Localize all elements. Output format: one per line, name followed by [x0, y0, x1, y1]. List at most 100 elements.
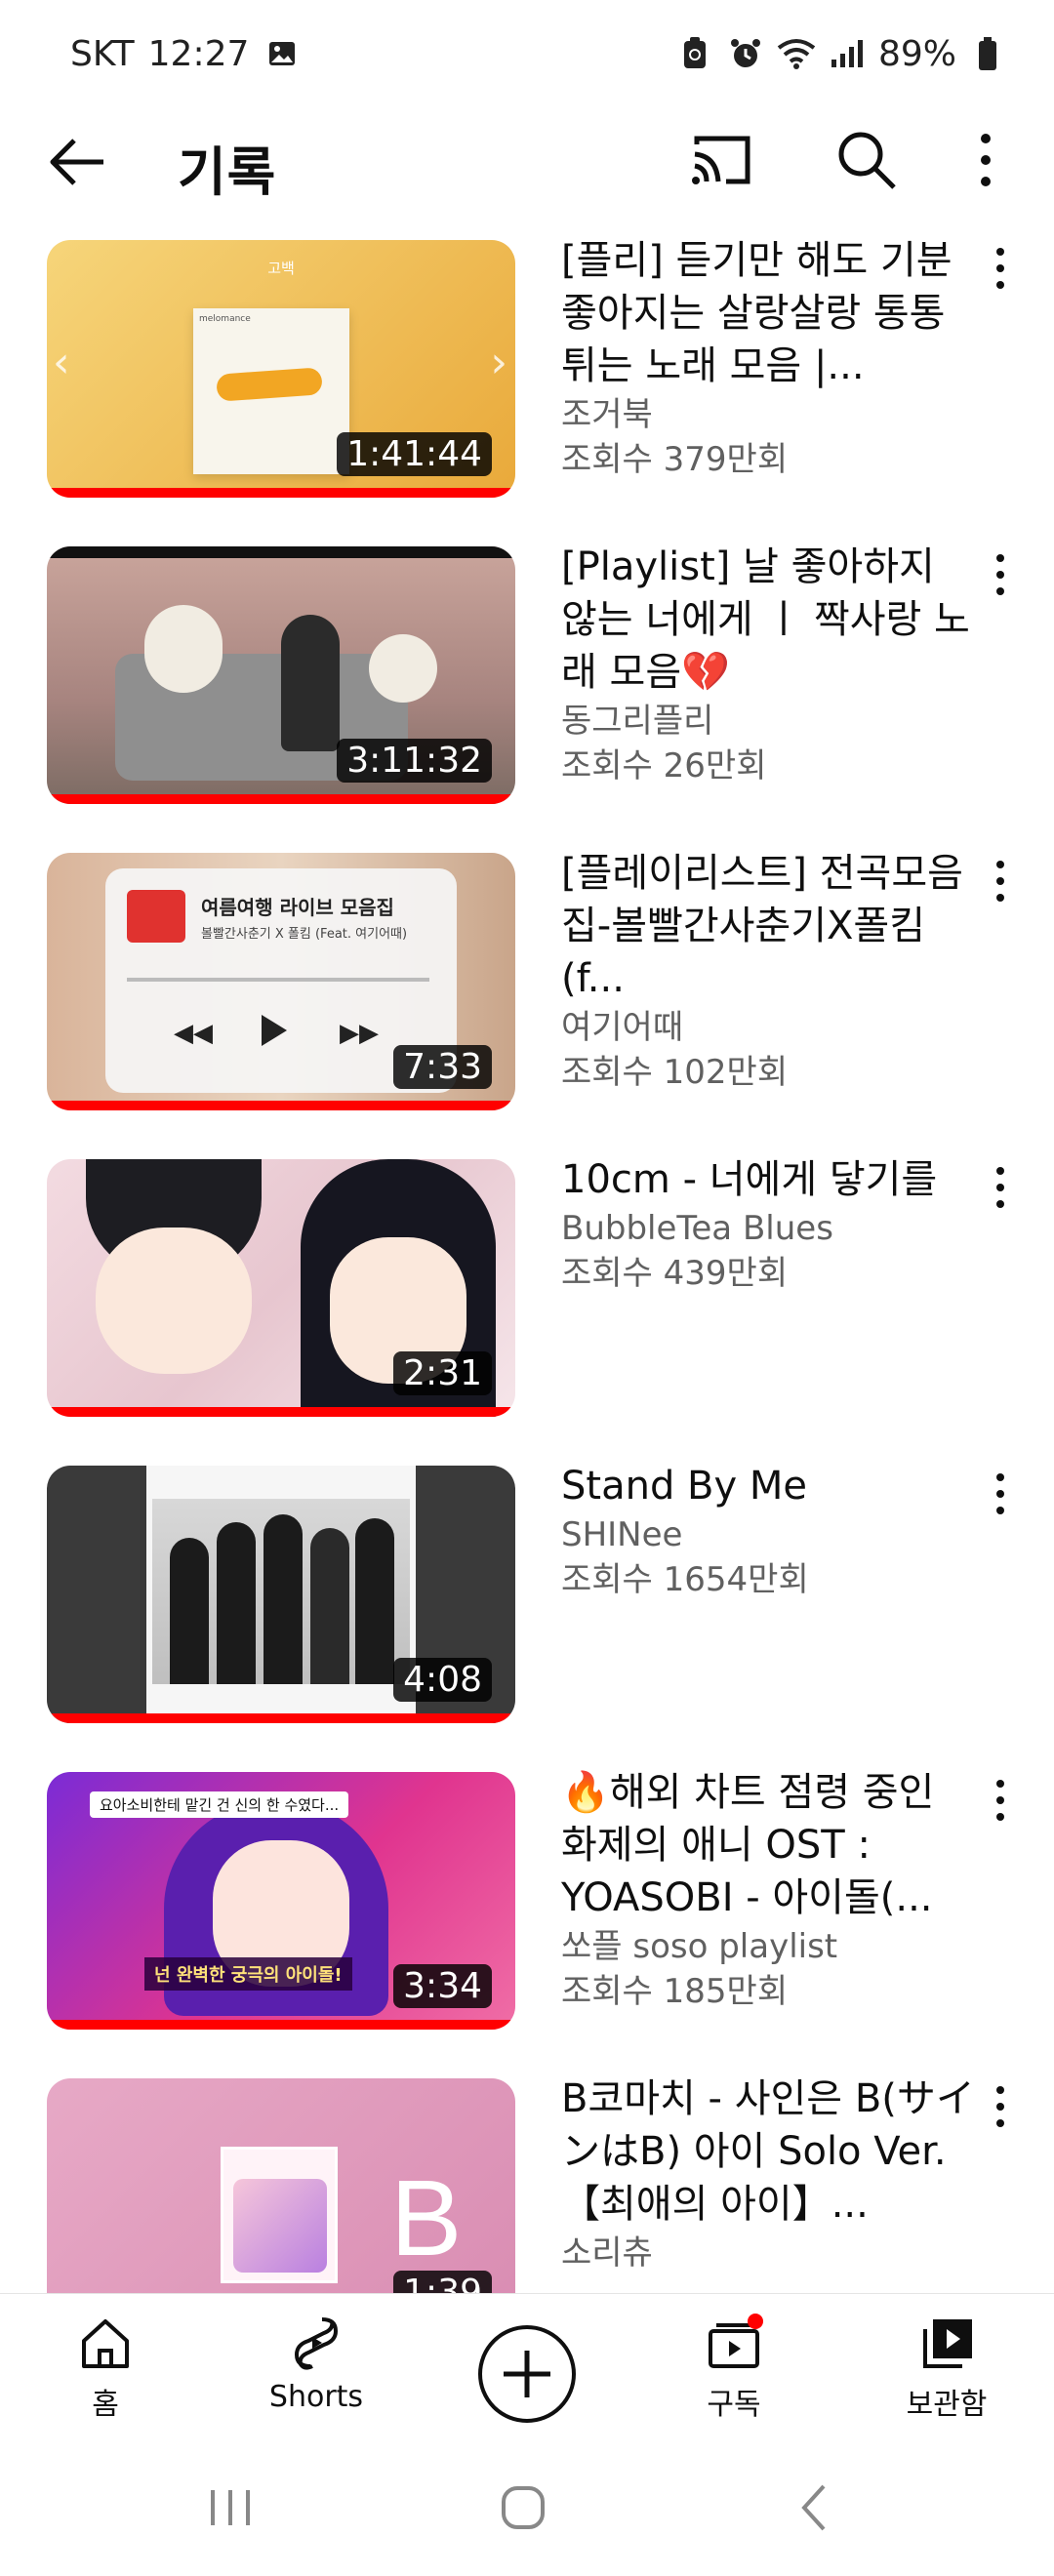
video-title[interactable]: 🔥해외 차트 점령 중인 화제의 애니 OST : YOASOBI - 아이돌(… [561, 1766, 981, 1924]
recycle-icon [675, 34, 714, 73]
shorts-icon [294, 2317, 339, 2370]
more-vert-icon [996, 1780, 1004, 1821]
more-options-button[interactable] [966, 129, 1005, 191]
video-info: [Playlist] 날 좋아하지 않는 너에게 ㅣ 짝사랑 노래 모음💔 동그… [561, 541, 981, 788]
video-list-item[interactable]: 요아소비한테 맡긴 건 신의 한 수였다... 넌 완벽한 궁극의 아이돌! 3… [0, 1766, 1054, 2030]
video-info: Stand By Me SHINee 조회수 1654만회 [561, 1460, 981, 1602]
home-system-button[interactable] [494, 2478, 552, 2537]
wifi-icon [777, 34, 816, 73]
video-more-button[interactable] [986, 1776, 1015, 1825]
video-views: 조회수 185만회 [561, 1972, 789, 2011]
nav-home[interactable]: 홈 [27, 2314, 183, 2423]
home-circle-icon [502, 2486, 545, 2529]
plus-icon [504, 2351, 550, 2397]
video-title[interactable]: [Playlist] 날 좋아하지 않는 너에게 ㅣ 짝사랑 노래 모음💔 [561, 541, 981, 699]
video-duration: 1:39 [393, 2271, 492, 2293]
video-more-button[interactable] [986, 244, 1015, 293]
video-views: 조회수 439만회 [561, 1254, 789, 1293]
video-thumbnail[interactable]: melomance 고백 ‹ › 1:41:44 [47, 240, 515, 498]
cast-button[interactable] [689, 131, 753, 189]
video-list-item[interactable]: B 1:39 B코마치 - 사인은 B(サインはB) 아이 Solo Ver. … [0, 2073, 1054, 2293]
video-title[interactable]: Stand By Me [561, 1460, 981, 1512]
video-views: 조회수 102만회 [561, 1053, 789, 1092]
video-title[interactable]: [플리] 듣기만 해도 기분 좋아지는 살랑살랑 통통튀는 노래 모음 |... [561, 234, 981, 392]
video-thumbnail[interactable]: 요아소비한테 맡긴 건 신의 한 수였다... 넌 완벽한 궁극의 아이돌! 3… [47, 1772, 515, 2030]
create-button[interactable] [478, 2325, 576, 2423]
status-bar: SKT 12:27 89% [0, 0, 1054, 107]
arrow-left-icon [50, 139, 103, 185]
watch-progress-bar [47, 1407, 515, 1417]
nav-subscriptions[interactable]: 구독 [656, 2314, 812, 2423]
video-channel: 조거북 [561, 395, 653, 434]
battery-percentage: 89% [877, 33, 956, 74]
play-icon [262, 1015, 287, 1046]
thumb-next-arrow-icon: › [490, 338, 507, 387]
video-info: [플리] 듣기만 해도 기분 좋아지는 살랑살랑 통통튀는 노래 모음 |...… [561, 234, 981, 482]
video-thumbnail[interactable]: B 1:39 [47, 2078, 515, 2293]
app-bar: 기록 [0, 107, 1054, 215]
cast-icon [692, 136, 750, 184]
search-button[interactable] [835, 129, 898, 191]
video-info: 🔥해외 차트 점령 중인 화제의 애니 OST : YOASOBI - 아이돌(… [561, 1766, 981, 2014]
video-more-button[interactable] [986, 857, 1015, 906]
video-title[interactable]: [플레이리스트] 전곡모음집-볼빨간사춘기X폴킴(f... [561, 847, 981, 1005]
carrier-label: SKT [70, 33, 135, 74]
video-more-button[interactable] [986, 550, 1015, 599]
nav-library-label: 보관함 [906, 2388, 988, 2422]
video-duration: 4:08 [393, 1658, 492, 1702]
fast-forward-icon: ▶▶ [340, 1019, 379, 1048]
video-channel: SHINee [561, 1515, 683, 1554]
clock: 12:27 [147, 33, 250, 74]
nav-library[interactable]: 보관함 [869, 2314, 1025, 2423]
recent-apps-button[interactable] [201, 2478, 260, 2537]
video-more-button[interactable] [986, 2082, 1015, 2131]
page-title: 기록 [178, 141, 277, 203]
bottom-navigation: 홈 Shorts 구독 보관함 [0, 2293, 1054, 2439]
video-title[interactable]: B코마치 - 사인은 B(サインはB) 아이 Solo Ver. 【최애의 아이… [561, 2073, 981, 2231]
video-duration: 3:34 [393, 1964, 492, 2008]
nav-shorts-label: Shorts [268, 2380, 364, 2414]
back-system-button[interactable] [787, 2478, 845, 2537]
more-vert-icon [996, 554, 1004, 595]
video-thumbnail[interactable]: 3:11:32 [47, 546, 515, 804]
video-info: 10cm - 너에게 닿기를 BubbleTea Blues 조회수 439만회 [561, 1153, 981, 1296]
thumb-title: 고백 [267, 260, 295, 277]
video-views: 조회수 1654만회 [561, 1560, 809, 1599]
video-channel: BubbleTea Blues [561, 1209, 833, 1248]
video-duration: 2:31 [393, 1351, 492, 1395]
gallery-notification-icon [263, 34, 302, 73]
video-more-button[interactable] [986, 1469, 1015, 1518]
back-button[interactable] [49, 135, 107, 189]
video-list-item[interactable]: 여름여행 라이브 모음집 볼빨간사춘기 X 폴킴 (Feat. 여기어때) ◀◀… [0, 847, 1054, 1110]
video-list-item[interactable]: 2:31 10cm - 너에게 닿기를 BubbleTea Blues 조회수 … [0, 1153, 1054, 1417]
chevron-left-icon [801, 2484, 826, 2531]
thumb-title: 여름여행 라이브 모음집 [201, 896, 394, 919]
thumb-caption: 넌 완벽한 궁극의 아이돌! [144, 1957, 352, 1991]
watch-progress-bar [47, 1101, 515, 1110]
video-list-item[interactable]: 4:08 Stand By Me SHINee 조회수 1654만회 [0, 1460, 1054, 1723]
nav-shorts[interactable]: Shorts [238, 2314, 394, 2414]
video-title[interactable]: 10cm - 너에게 닿기를 [561, 1153, 981, 1206]
video-thumbnail[interactable]: 4:08 [47, 1466, 515, 1723]
more-vert-icon [996, 2086, 1004, 2127]
video-duration: 3:11:32 [337, 739, 492, 783]
video-thumbnail[interactable]: 2:31 [47, 1159, 515, 1417]
video-duration: 1:41:44 [337, 432, 492, 476]
video-list-item[interactable]: 3:11:32 [Playlist] 날 좋아하지 않는 너에게 ㅣ 짝사랑 노… [0, 541, 1054, 804]
thumb-prev-arrow-icon: ‹ [53, 338, 70, 387]
more-vert-icon [996, 1167, 1004, 1208]
video-thumbnail[interactable]: 여름여행 라이브 모음집 볼빨간사춘기 X 폴킴 (Feat. 여기어때) ◀◀… [47, 853, 515, 1110]
thumb-title: 요아소비한테 맡긴 건 신의 한 수였다... [90, 1791, 349, 1818]
nav-subscriptions-label: 구독 [707, 2388, 761, 2422]
watch-progress-bar [47, 1713, 515, 1723]
video-more-button[interactable] [986, 1163, 1015, 1212]
recent-apps-icon [211, 2490, 250, 2525]
system-navigation-bar [0, 2439, 1054, 2576]
watch-progress-bar [47, 2020, 515, 2030]
subscriptions-icon [709, 2314, 763, 2368]
video-channel: 소리츄 [561, 2234, 653, 2273]
search-icon [838, 132, 896, 189]
thumb-letter: B [390, 2158, 463, 2278]
more-vert-icon [981, 134, 991, 186]
video-list-item[interactable]: melomance 고백 ‹ › 1:41:44 [플리] 듣기만 해도 기분 … [0, 234, 1054, 498]
